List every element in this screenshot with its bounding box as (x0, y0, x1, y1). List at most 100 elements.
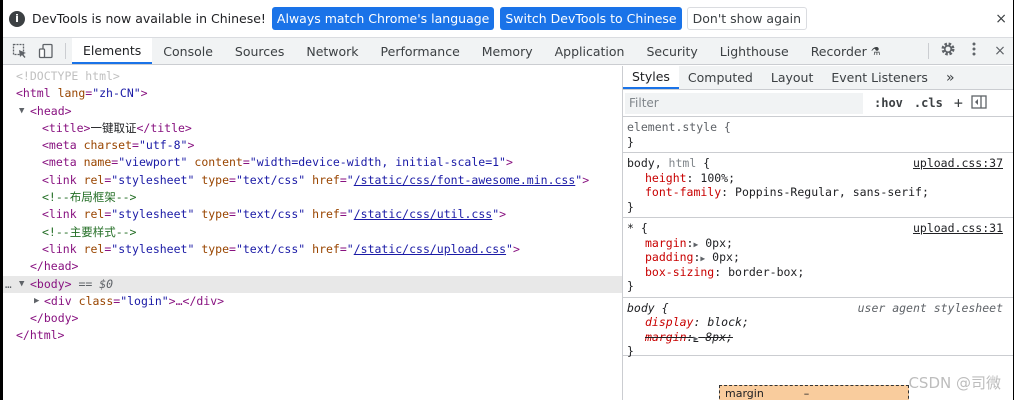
css-property-name[interactable]: padding (645, 250, 693, 264)
title-open-tag: <title> (42, 120, 91, 135)
tab-sources[interactable]: Sources (224, 38, 295, 64)
new-style-rule-icon[interactable]: + (954, 94, 963, 112)
tab-computed[interactable]: Computed (679, 66, 762, 89)
css-property-value[interactable]: 0px; (712, 250, 740, 264)
inspect-element-icon[interactable] (7, 38, 33, 64)
css-property-name[interactable]: margin (645, 236, 687, 250)
quote: " (346, 241, 354, 256)
node-actions-ellipsis-icon[interactable]: … (5, 276, 12, 293)
dom-node-div-login[interactable]: ▶ <div class="login">…</div> (3, 293, 622, 310)
href-link[interactable]: /static/css/upload.css (354, 242, 506, 256)
info-icon: i (9, 10, 25, 27)
href-link[interactable]: /static/css/util.css (354, 207, 492, 221)
dom-node-doctype[interactable]: <!DOCTYPE html> (3, 68, 622, 85)
attr-value: "login" (120, 293, 169, 308)
tag-bracket: > (499, 207, 507, 222)
always-match-language-button[interactable]: Always match Chrome's language (271, 7, 495, 30)
tab-elements[interactable]: Elements (72, 38, 153, 64)
css-property-name[interactable]: box-sizing (645, 265, 714, 279)
tab-application[interactable]: Application (544, 38, 636, 64)
attr-value: "text/css" (235, 241, 306, 256)
collapsed-triangle-icon[interactable]: ▶ (34, 293, 39, 310)
tag-bracket: > (582, 172, 590, 187)
dom-node-meta-viewport[interactable]: <meta name="viewport" content="width=dev… (3, 154, 622, 171)
tab-layout[interactable]: Layout (762, 66, 823, 89)
rule-source-link[interactable]: upload.css:31 (913, 221, 1003, 235)
infobar-message: DevTools is now available in Chinese! (32, 11, 266, 26)
tab-memory[interactable]: Memory (471, 38, 544, 64)
css-property-name[interactable]: height (645, 171, 687, 185)
attr-name: href (312, 207, 340, 222)
dont-show-again-button[interactable]: Don't show again (686, 7, 808, 30)
close-devtools-icon[interactable]: × (987, 43, 1013, 59)
rule-element-style[interactable]: element.style { } (623, 117, 1013, 153)
box-model-margin[interactable]: margin – (719, 385, 909, 400)
expand-shorthand-icon[interactable]: ▶ (700, 254, 705, 263)
more-options-kebab-icon[interactable] (961, 41, 987, 61)
tab-performance[interactable]: Performance (370, 38, 471, 64)
attr-value: "text/css" (235, 207, 306, 222)
dom-node-html[interactable]: <html lang="zh-CN"> (3, 85, 622, 102)
css-property-value[interactable]: border-box; (728, 265, 804, 279)
dom-node-meta-charset[interactable]: <meta charset="utf-8"> (3, 137, 622, 154)
dom-node-body-selected[interactable]: … ▼ <body> == $0 (3, 275, 622, 293)
dom-node-link-font-awesome[interactable]: <link rel="stylesheet" type="text/css" h… (3, 172, 622, 189)
infobar-close-icon[interactable]: × (995, 11, 1007, 27)
dom-node-head-close[interactable]: </head> (3, 258, 622, 275)
styles-filter-input[interactable]: Filter (625, 92, 863, 114)
rule-body-html[interactable]: upload.css:37 body, html { height: 100%;… (623, 153, 1013, 218)
attr-name: type (201, 241, 230, 256)
dom-node-head[interactable]: ▼ <head> (3, 103, 622, 120)
css-property-value[interactable]: 100%; (700, 171, 735, 185)
class-toggle[interactable]: .cls (914, 96, 943, 110)
rule-user-agent-body[interactable]: user agent stylesheet body { display: bl… (623, 298, 1013, 358)
attr-value: "viewport" (118, 155, 188, 170)
hover-state-toggle[interactable]: :hov (874, 96, 903, 110)
dom-node-link-upload[interactable]: <link rel="stylesheet" type="text/css" h… (3, 241, 622, 258)
tab-recorder[interactable]: Recorder ⚗ (800, 38, 892, 64)
selector-body: body { (627, 300, 669, 315)
expand-shorthand-icon[interactable]: ▶ (693, 240, 698, 249)
device-toolbar-icon[interactable] (33, 38, 59, 64)
css-property-value[interactable]: Poppins-Regular, sans-serif; (735, 185, 929, 199)
html-tag: <html (16, 86, 51, 101)
tab-styles[interactable]: Styles (623, 66, 679, 89)
href-link[interactable]: /static/css/font-awesome.min.css (354, 173, 576, 187)
title-close-tag: </title> (136, 120, 192, 135)
toggle-computed-sidebar-icon[interactable] (971, 94, 987, 112)
rule-universal[interactable]: upload.css:31 * { margin:▶ 0px; padding:… (623, 218, 1013, 298)
overridden-css-property-value[interactable]: 8px; (705, 330, 733, 344)
styles-sidebar: Styles Computed Layout Event Listeners »… (623, 66, 1013, 400)
switch-to-chinese-button[interactable]: Switch DevTools to Chinese (500, 7, 682, 30)
dom-node-comment[interactable]: <!--布局框架--> (3, 189, 622, 206)
expanded-triangle-icon[interactable]: ▼ (19, 103, 24, 120)
rule-source-link[interactable]: upload.css:37 (913, 156, 1003, 170)
tab-security[interactable]: Security (635, 38, 708, 64)
tag-bracket: > (512, 241, 520, 256)
tab-console[interactable]: Console (152, 38, 224, 64)
dom-node-html-close[interactable]: </html> (3, 327, 622, 344)
close-brace: } (627, 199, 634, 214)
link-tag: <link (42, 172, 77, 187)
box-model-margin-value[interactable]: – (804, 387, 810, 400)
div-tag: <div (44, 293, 72, 308)
dom-node-comment[interactable]: <!--主要样式--> (3, 224, 622, 241)
dom-node-title[interactable]: <title>一键取证</title> (3, 120, 622, 137)
css-property-name[interactable]: display (645, 315, 693, 329)
expand-shorthand-icon[interactable]: ▶ (693, 334, 698, 343)
more-tabs-chevron-icon[interactable]: » (937, 66, 964, 89)
settings-gear-icon[interactable] (935, 41, 961, 61)
tab-event-listeners[interactable]: Event Listeners (822, 66, 937, 89)
tab-network[interactable]: Network (295, 38, 369, 64)
tab-lighthouse[interactable]: Lighthouse (709, 38, 800, 64)
css-property-name[interactable]: font-family (645, 185, 721, 199)
expanded-triangle-icon[interactable]: ▼ (19, 276, 24, 293)
css-property-value[interactable]: 0px; (705, 236, 733, 250)
css-property-value[interactable]: block; (707, 315, 749, 329)
styles-filter-bar: Filter :hov .cls + (623, 90, 1013, 117)
selected-node-marker: == $0 (78, 276, 114, 291)
dom-node-link-util[interactable]: <link rel="stylesheet" type="text/css" h… (3, 206, 622, 223)
dom-node-body-close[interactable]: </body> (3, 310, 622, 327)
overridden-css-property-name[interactable]: margin (645, 330, 687, 344)
meta-tag: <meta (42, 155, 77, 170)
